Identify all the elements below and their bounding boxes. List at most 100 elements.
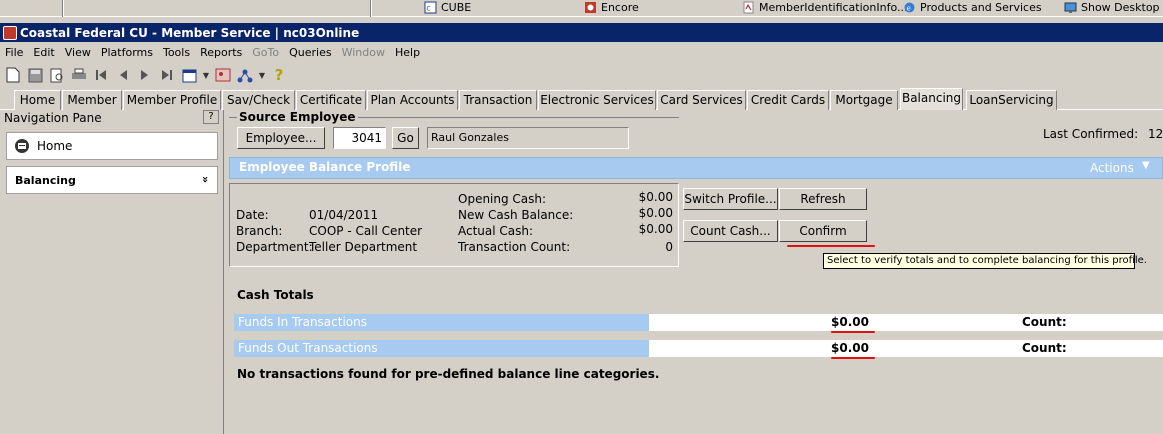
taskbar-item-products-and-services[interactable]: e Products and Services: [903, 0, 1042, 15]
funds-in-amount: $0.00: [831, 315, 869, 329]
navigation-pane: Navigation Pane ? Home Balancing »: [0, 110, 224, 434]
actions-menu[interactable]: Actions: [1090, 161, 1134, 175]
nav-section-label: Balancing: [15, 173, 76, 187]
taskbar-item-cube[interactable]: C CUBE: [424, 0, 471, 15]
refresh-button[interactable]: Refresh: [779, 188, 867, 210]
window-title: Coastal Federal CU - Member Service | nc…: [20, 25, 360, 40]
transaction-count-label: Transaction Count:: [458, 240, 571, 254]
confirm-tooltip: Select to verify totals and to complete …: [823, 253, 1147, 269]
cash-totals-title: Cash Totals: [237, 288, 314, 302]
transaction-count-value: 0: [665, 240, 673, 254]
taskbar-item-encore[interactable]: Encore: [584, 0, 639, 15]
taskbar-item-show-desktop[interactable]: Show Desktop: [1064, 0, 1160, 15]
new-document-icon[interactable]: [3, 65, 23, 85]
employee-name-field: Raul Gonzales: [427, 127, 629, 149]
taskbar-item-label: Products and Services: [920, 1, 1042, 14]
taskbar: C CUBE Encore MemberIdentificationInfo..…: [0, 0, 1163, 17]
confirm-underline-annotation: [787, 245, 875, 247]
no-transactions-message: No transactions found for pre-defined ba…: [237, 367, 660, 381]
last-confirmed-label: Last Confirmed:: [1043, 127, 1139, 141]
count-cash-button[interactable]: Count Cash...: [683, 220, 778, 242]
menu-edit[interactable]: Edit: [28, 44, 59, 62]
chevron-down-icon[interactable]: »: [199, 176, 212, 183]
svg-text:C: C: [427, 6, 431, 13]
menu-help[interactable]: Help: [390, 44, 425, 62]
taskbar-item-member-identification[interactable]: MemberIdentificationInfo...: [742, 0, 907, 15]
branch-value: COOP - Call Center: [309, 224, 423, 238]
amount-underline-annotation: [831, 357, 875, 359]
menu-file[interactable]: File: [0, 44, 28, 62]
tab-member-profile[interactable]: Member Profile: [123, 90, 221, 110]
tab-mortgage[interactable]: Mortgage: [830, 90, 898, 110]
dropdown-arrow-icon[interactable]: ▼: [201, 65, 211, 85]
help-icon[interactable]: ?: [269, 65, 289, 85]
save-icon[interactable]: [25, 65, 45, 85]
nav-home-item[interactable]: Home: [6, 132, 218, 160]
department-value: Teller Department: [309, 240, 418, 254]
tab-member[interactable]: Member: [62, 90, 122, 110]
toolbar: ▼ ▼ ?: [0, 64, 400, 86]
menu-reports[interactable]: Reports: [195, 44, 247, 62]
funds-in-label: Funds In Transactions: [238, 315, 367, 329]
tab-home[interactable]: Home: [14, 90, 61, 110]
tab-transaction[interactable]: Transaction: [459, 90, 537, 110]
source-employee-group: Source Employee Employee... 3041 Go Raul…: [229, 110, 679, 151]
pdf-icon: [743, 1, 754, 14]
menu-goto: GoTo: [252, 46, 280, 59]
new-cash-balance-label: New Cash Balance:: [458, 208, 574, 222]
taskbar-item-label: Show Desktop: [1081, 1, 1160, 14]
nav-home-label: Home: [37, 139, 73, 153]
tab-certificate[interactable]: Certificate: [296, 90, 366, 110]
app-icon: [3, 25, 17, 40]
actual-cash-label: Actual Cash:: [458, 224, 534, 238]
profile-details-box: Date: 01/04/2011 Branch: COOP - Call Cen…: [229, 183, 679, 267]
tab-loan-servicing[interactable]: LoanServicing: [966, 90, 1057, 110]
first-record-icon[interactable]: [91, 65, 111, 85]
tab-card-services[interactable]: Card Services: [657, 90, 746, 110]
employee-id-field[interactable]: 3041: [333, 127, 386, 149]
funds-out-count-label: Count:: [1022, 341, 1067, 355]
chevron-down-icon[interactable]: ▼: [1142, 160, 1150, 171]
branch-label: Branch:: [236, 224, 283, 238]
opening-cash-value: $0.00: [638, 190, 673, 204]
employee-balance-profile-header: Employee Balance Profile Actions ▼: [229, 157, 1163, 179]
taskbar-item-label: Encore: [601, 1, 639, 14]
next-record-icon[interactable]: [135, 65, 155, 85]
funds-in-row: Funds In Transactions $0.00 Count:: [234, 314, 1163, 331]
go-button[interactable]: Go: [392, 127, 419, 149]
navigation-help-button[interactable]: ?: [203, 110, 219, 124]
network-icon[interactable]: [235, 65, 255, 85]
switch-profile-button[interactable]: Switch Profile...: [683, 188, 778, 210]
print-icon[interactable]: [69, 65, 89, 85]
cube-icon: C: [424, 1, 437, 14]
menu-view[interactable]: View: [60, 44, 96, 62]
tab-plan-accounts[interactable]: Plan Accounts: [367, 90, 458, 110]
menu-tools[interactable]: Tools: [158, 44, 195, 62]
menu-queries[interactable]: Queries: [284, 44, 336, 62]
nav-section-balancing[interactable]: Balancing »: [6, 166, 218, 194]
print-preview-icon[interactable]: [47, 65, 67, 85]
image-icon[interactable]: [213, 65, 233, 85]
menu-platforms[interactable]: Platforms: [96, 44, 158, 62]
last-confirmed-value: 12/: [1147, 127, 1163, 141]
amount-underline-annotation: [831, 331, 875, 333]
tab-balancing[interactable]: Balancing: [900, 88, 963, 110]
confirm-button[interactable]: Confirm: [779, 220, 867, 242]
desktop-icon: [1064, 2, 1077, 13]
tab-sav-check[interactable]: Sav/Check: [222, 90, 295, 110]
dropdown-arrow-icon[interactable]: ▼: [257, 65, 267, 85]
previous-record-icon[interactable]: [113, 65, 133, 85]
tab-electronic-services[interactable]: Electronic Services: [538, 90, 656, 110]
actual-cash-value: $0.00: [638, 222, 673, 236]
tab-credit-cards[interactable]: Credit Cards: [747, 90, 829, 110]
svg-text:e: e: [907, 5, 911, 13]
menu-bar: File Edit View Platforms Tools Reports G…: [0, 44, 1163, 62]
menu-window: Window: [341, 46, 385, 59]
calendar-icon[interactable]: [179, 65, 199, 85]
last-record-icon[interactable]: [157, 65, 177, 85]
section-title: Employee Balance Profile: [239, 160, 411, 174]
module-tab-bar: Home Member Member Profile Sav/Check Cer…: [0, 88, 1163, 110]
taskbar-item-label: CUBE: [441, 1, 472, 14]
funds-out-row: Funds Out Transactions $0.00 Count:: [234, 340, 1163, 357]
employee-button[interactable]: Employee...: [237, 127, 325, 149]
